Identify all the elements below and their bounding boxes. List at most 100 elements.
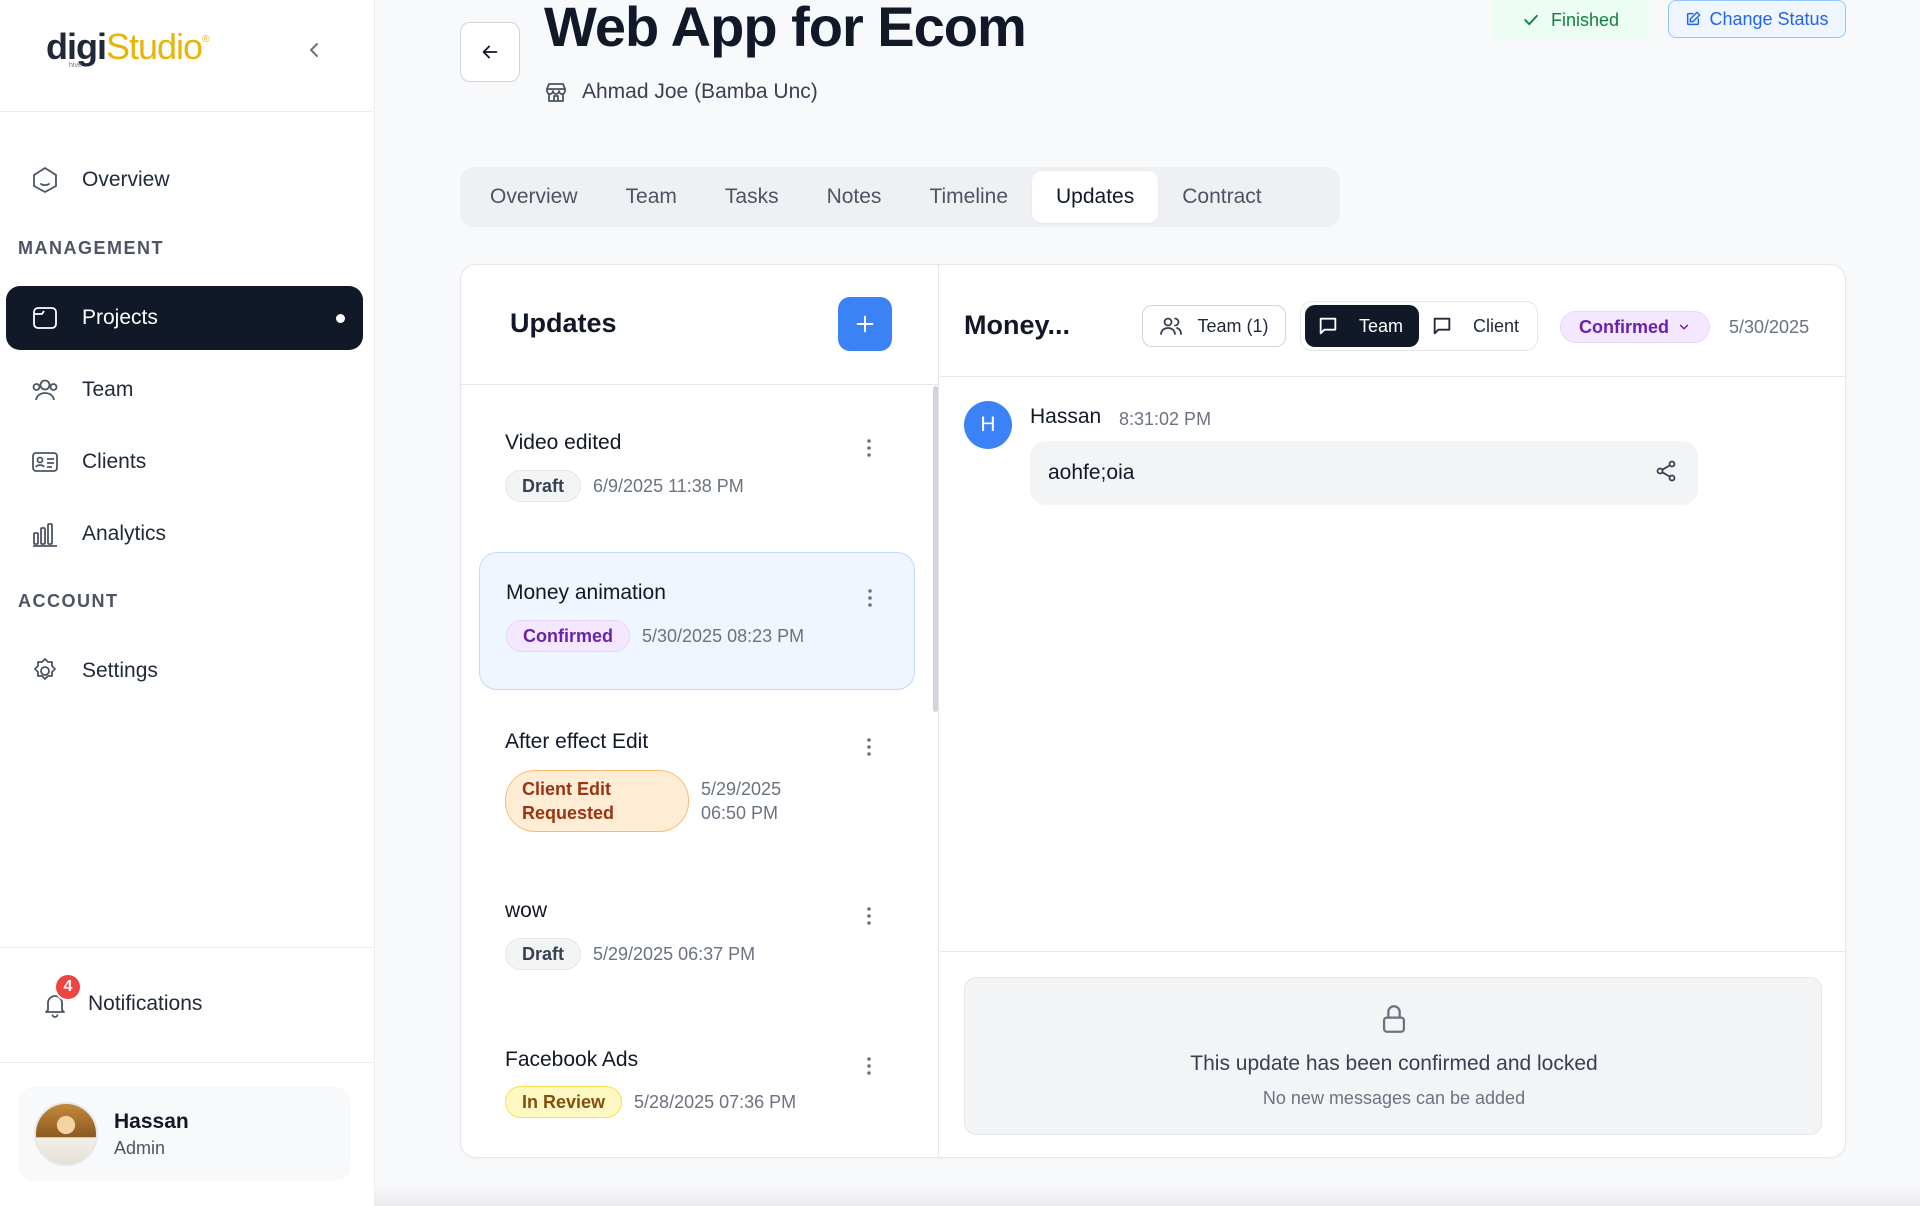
- list-item[interactable]: After effect Edit Client Edit Requested …: [479, 690, 915, 864]
- message-text: aohfe;oia: [1048, 461, 1135, 484]
- toggle-client[interactable]: Client: [1419, 305, 1531, 347]
- tab-overview[interactable]: Overview: [466, 171, 602, 223]
- list-item-selected[interactable]: Money animation Confirmed 5/30/2025 08:2…: [479, 552, 915, 690]
- arrow-left-icon: [482, 45, 498, 59]
- list-item[interactable]: wow Draft 5/29/2025 06:37 PM: [479, 864, 915, 1014]
- tab-timeline[interactable]: Timeline: [905, 171, 1032, 223]
- list-item[interactable]: Video edited Draft 6/9/2025 11:38 PM: [479, 386, 915, 536]
- list-item[interactable]: Facebook Ads In Review 5/28/2025 07:36 P…: [479, 1014, 915, 1157]
- list-scrollbar[interactable]: [933, 386, 938, 712]
- update-name: Money animation: [506, 581, 666, 604]
- updates-list-header: Updates: [461, 265, 939, 385]
- sidebar-item-settings[interactable]: Settings: [6, 639, 363, 703]
- sidebar-item-label: Projects: [82, 306, 158, 329]
- updates-list[interactable]: Video edited Draft 6/9/2025 11:38 PM Mon…: [461, 386, 939, 1157]
- project-status-badge: Finished: [1491, 0, 1649, 40]
- tab-notes[interactable]: Notes: [803, 171, 906, 223]
- sidebar: digi Studio ® hive Overview MANAGEMENT P…: [0, 0, 375, 1206]
- status-badge: Draft: [505, 470, 582, 502]
- update-meta: Draft 5/29/2025 06:37 PM: [505, 938, 755, 970]
- chevron-down-icon: [1677, 320, 1691, 334]
- update-name: Facebook Ads: [505, 1048, 639, 1071]
- edit-icon: [1685, 11, 1701, 27]
- more-vertical-icon[interactable]: [857, 436, 881, 460]
- team-members-button[interactable]: Team (1): [1142, 305, 1286, 347]
- update-date: 6/9/2025 11:38 PM: [593, 475, 744, 496]
- gear-icon: [30, 656, 60, 686]
- change-status-button[interactable]: Change Status: [1668, 0, 1846, 38]
- sidebar-item-team[interactable]: Team: [6, 358, 363, 422]
- sidebar-item-label: Team: [82, 378, 134, 401]
- team-count-label: Team (1): [1197, 315, 1269, 336]
- audience-toggle: Team Client: [1300, 301, 1538, 351]
- sidebar-item-clients[interactable]: Clients: [6, 430, 363, 494]
- update-date: 5/29/2025 06:50 PM: [701, 779, 782, 823]
- tab-updates[interactable]: Updates: [1032, 171, 1159, 223]
- page-title: Web App for Ecom: [544, 0, 1027, 58]
- notifications-row: 4 Notifications: [0, 947, 375, 1063]
- chat-icon: [1431, 315, 1453, 337]
- active-indicator-dot: [336, 314, 345, 323]
- sidebar-item-label: Settings: [82, 659, 158, 682]
- check-icon: [1521, 10, 1541, 30]
- change-status-label: Change Status: [1709, 8, 1829, 29]
- update-detail-title: Money...: [964, 310, 1071, 340]
- plus-icon: [856, 315, 874, 333]
- home-icon: [30, 165, 60, 195]
- sidebar-item-label: Clients: [82, 450, 147, 473]
- message-bubble: aohfe;oia: [1030, 441, 1698, 505]
- more-vertical-icon[interactable]: [857, 1054, 881, 1078]
- users-icon: [30, 375, 60, 405]
- tab-tasks[interactable]: Tasks: [701, 171, 803, 223]
- locked-notice: This update has been confirmed and locke…: [964, 977, 1822, 1135]
- back-button[interactable]: [460, 22, 520, 82]
- client-name[interactable]: Ahmad Joe (Bamba Unc): [582, 80, 818, 104]
- logo-subtext: hive: [69, 62, 82, 69]
- bar-chart-icon: [30, 519, 60, 549]
- sidebar-item-label: Overview: [82, 168, 170, 191]
- more-vertical-icon[interactable]: [857, 904, 881, 928]
- page-bottom-edge: [375, 1186, 1920, 1206]
- sidebar-item-analytics[interactable]: Analytics: [6, 502, 363, 566]
- avatar: [34, 1102, 98, 1166]
- user-profile-card[interactable]: Hassan Admin: [18, 1087, 351, 1181]
- status-badge: In Review: [505, 1086, 623, 1118]
- more-vertical-icon[interactable]: [857, 735, 881, 759]
- logo-row: digi Studio ® hive: [0, 0, 375, 112]
- tab-team[interactable]: Team: [602, 171, 701, 223]
- share-icon[interactable]: [1654, 459, 1678, 483]
- notification-count-badge: 4: [54, 973, 82, 1001]
- project-status-label: Finished: [1550, 9, 1620, 30]
- update-meta: In Review 5/28/2025 07:36 PM: [505, 1086, 796, 1118]
- update-status-dropdown[interactable]: Confirmed: [1560, 311, 1710, 343]
- update-name: Video edited: [505, 431, 622, 454]
- updates-list-title: Updates: [510, 308, 617, 338]
- message-avatar: H: [964, 401, 1012, 449]
- update-name: wow: [505, 899, 548, 922]
- folder-icon: [30, 303, 60, 333]
- message-time: 8:31:02 PM: [1119, 409, 1212, 429]
- sidebar-item-label: Analytics: [82, 522, 167, 545]
- sidebar-item-projects[interactable]: Projects: [6, 286, 363, 350]
- toggle-team[interactable]: Team: [1305, 305, 1419, 347]
- toggle-client-label: Client: [1473, 315, 1520, 336]
- collapse-sidebar-icon[interactable]: [302, 38, 326, 62]
- update-date: 5/30/2025 08:23 PM: [642, 625, 805, 646]
- updates-list-pane: Updates Video edited Draft 6/9/2025 11:3…: [461, 265, 939, 1157]
- tab-contract[interactable]: Contract: [1158, 171, 1285, 223]
- more-vertical-icon[interactable]: [858, 586, 882, 610]
- bell-icon: 4: [40, 973, 82, 1019]
- sidebar-item-overview[interactable]: Overview: [6, 148, 363, 212]
- update-meta: Confirmed 5/30/2025 08:23 PM: [506, 620, 804, 652]
- message-composer-area: This update has been confirmed and locke…: [940, 951, 1845, 1157]
- client-line: Ahmad Joe (Bamba Unc): [544, 80, 818, 104]
- locked-subtitle: No new messages can be added: [1262, 1088, 1526, 1108]
- notifications-button[interactable]: 4 Notifications: [40, 973, 202, 1026]
- user-name: Hassan: [114, 1109, 189, 1133]
- update-meta: Client Edit Requested 5/29/2025 06:50 PM: [505, 770, 811, 832]
- contact-card-icon: [30, 447, 60, 477]
- update-date: 5/29/2025 06:37 PM: [593, 943, 756, 964]
- add-update-button[interactable]: [838, 297, 892, 351]
- store-icon: [544, 80, 568, 104]
- status-badge: Draft: [505, 938, 582, 970]
